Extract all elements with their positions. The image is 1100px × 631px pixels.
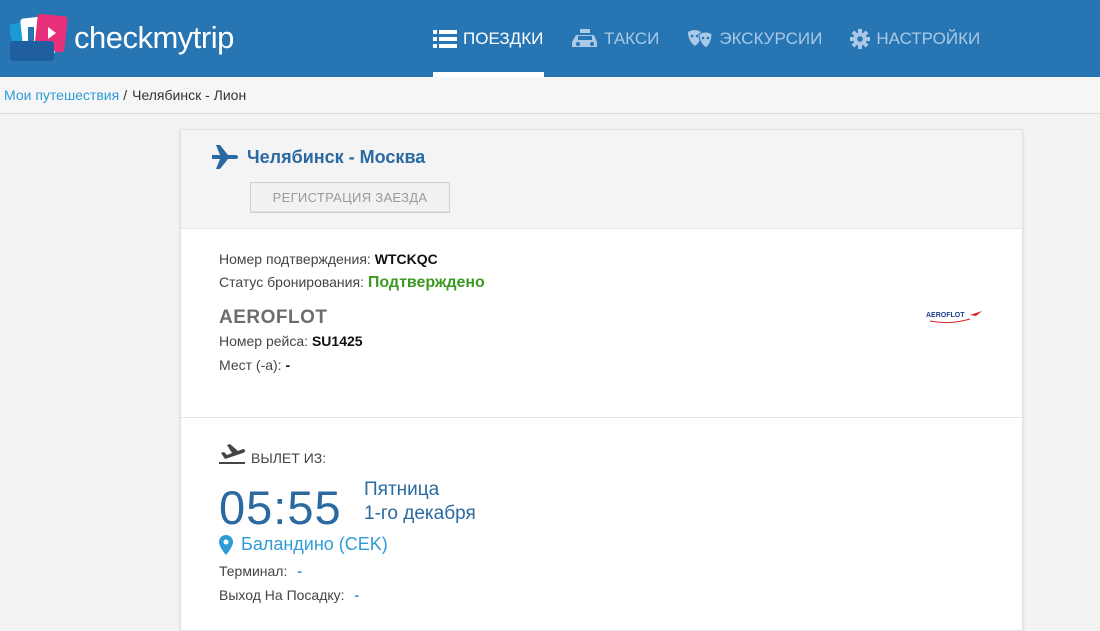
tab-trips[interactable]: ПОЕЗДКИ bbox=[433, 0, 544, 77]
taxi-icon bbox=[572, 28, 597, 47]
departure-time: 05:55 bbox=[219, 481, 342, 534]
departure-day: 1-го декабря bbox=[364, 503, 476, 524]
status-row: Статус бронирования: Подтверждено bbox=[219, 274, 485, 292]
tab-settings-label: НАСТРОЙКИ bbox=[876, 28, 981, 48]
logo-mark-icon bbox=[8, 13, 68, 63]
tab-taxi-label: ТАКСИ bbox=[604, 28, 660, 48]
breadcrumb-current: Челябинск - Лион bbox=[132, 87, 247, 103]
plane-icon bbox=[212, 145, 238, 169]
checkin-button[interactable]: РЕГИСТРАЦИЯ ЗАЕЗДА bbox=[250, 182, 450, 213]
departure-airport[interactable]: Баландино (CEK) bbox=[219, 534, 388, 555]
seats-row: Мест (-а): - bbox=[219, 357, 290, 373]
airline-name: AEROFLOT bbox=[219, 307, 328, 328]
departure-weekday: Пятница bbox=[364, 479, 440, 500]
tab-settings[interactable]: НАСТРОЙКИ bbox=[850, 0, 980, 77]
aeroflot-logo: AEROFLOT bbox=[926, 309, 984, 332]
flight-number-row: Номер рейса: SU1425 bbox=[219, 333, 363, 349]
list-icon bbox=[433, 29, 457, 48]
tab-excursions[interactable]: ЭКСКУРСИИ bbox=[687, 0, 822, 77]
terminal-value: - bbox=[297, 563, 302, 579]
seats-value: - bbox=[285, 357, 291, 373]
tab-taxi[interactable]: ТАКСИ bbox=[572, 0, 659, 77]
gate-value: - bbox=[354, 587, 360, 603]
gear-icon bbox=[850, 28, 871, 49]
app-logo[interactable]: checkmytrip bbox=[8, 13, 234, 63]
departure-date: Пятница 1-го декабря bbox=[364, 478, 476, 526]
segment-title: Челябинск - Москва bbox=[247, 147, 426, 167]
departure-airport-name: Баландино (CEK) bbox=[241, 534, 388, 554]
breadcrumb-separator: / bbox=[123, 87, 128, 103]
gate-label: Выход На Посадку: bbox=[219, 587, 345, 603]
booking-details: Номер подтверждения: WTCKQC Статус брони… bbox=[181, 229, 1022, 418]
theater-masks-icon bbox=[688, 29, 713, 49]
segment-header: Челябинск - Москва РЕГИСТРАЦИЯ ЗАЕЗДА bbox=[181, 130, 1022, 229]
seats-label: Мест (-а): bbox=[219, 357, 282, 373]
map-pin-icon bbox=[219, 534, 233, 555]
main-nav: ПОЕЗДКИ ТАКСИ ЭКСКУРСИИ НАСТРОЙКИ bbox=[433, 0, 980, 77]
confirmation-value: WTCKQC bbox=[374, 251, 438, 267]
confirmation-label: Номер подтверждения: bbox=[219, 251, 371, 267]
top-header: checkmytrip ПОЕЗДКИ ТАКСИ ЭКСКУРСИИ НАСТ… bbox=[0, 0, 1100, 77]
terminal-row: Терминал: - bbox=[219, 563, 302, 579]
plane-takeoff-icon bbox=[219, 444, 245, 464]
departure-label-row: ВЫЛЕТ ИЗ: bbox=[219, 444, 327, 466]
flight-number-label: Номер рейса: bbox=[219, 333, 309, 349]
flight-number-value: SU1425 bbox=[311, 333, 363, 349]
terminal-label: Терминал: bbox=[219, 563, 288, 579]
logo-text: checkmytrip bbox=[74, 20, 234, 55]
flight-segment-card: Челябинск - Москва РЕГИСТРАЦИЯ ЗАЕЗДА Но… bbox=[180, 129, 1023, 631]
aeroflot-logo-text: AEROFLOT bbox=[926, 312, 965, 319]
tab-excursions-label: ЭКСКУРСИИ bbox=[719, 28, 823, 48]
breadcrumb: Мои путешествия / Челябинск - Лион bbox=[0, 77, 1100, 114]
status-label: Статус бронирования: bbox=[219, 274, 364, 290]
confirmation-row: Номер подтверждения: WTCKQC bbox=[219, 251, 438, 267]
breadcrumb-my-trips-link[interactable]: Мои путешествия bbox=[4, 87, 119, 103]
status-value: Подтверждено bbox=[367, 274, 485, 291]
departure-label: ВЫЛЕТ ИЗ: bbox=[251, 450, 327, 466]
departure-details: ВЫЛЕТ ИЗ: 05:55 Пятница 1-го декабря Бал… bbox=[181, 418, 1022, 628]
tab-trips-label: ПОЕЗДКИ bbox=[463, 28, 544, 48]
gate-row: Выход На Посадку: - bbox=[219, 587, 359, 603]
